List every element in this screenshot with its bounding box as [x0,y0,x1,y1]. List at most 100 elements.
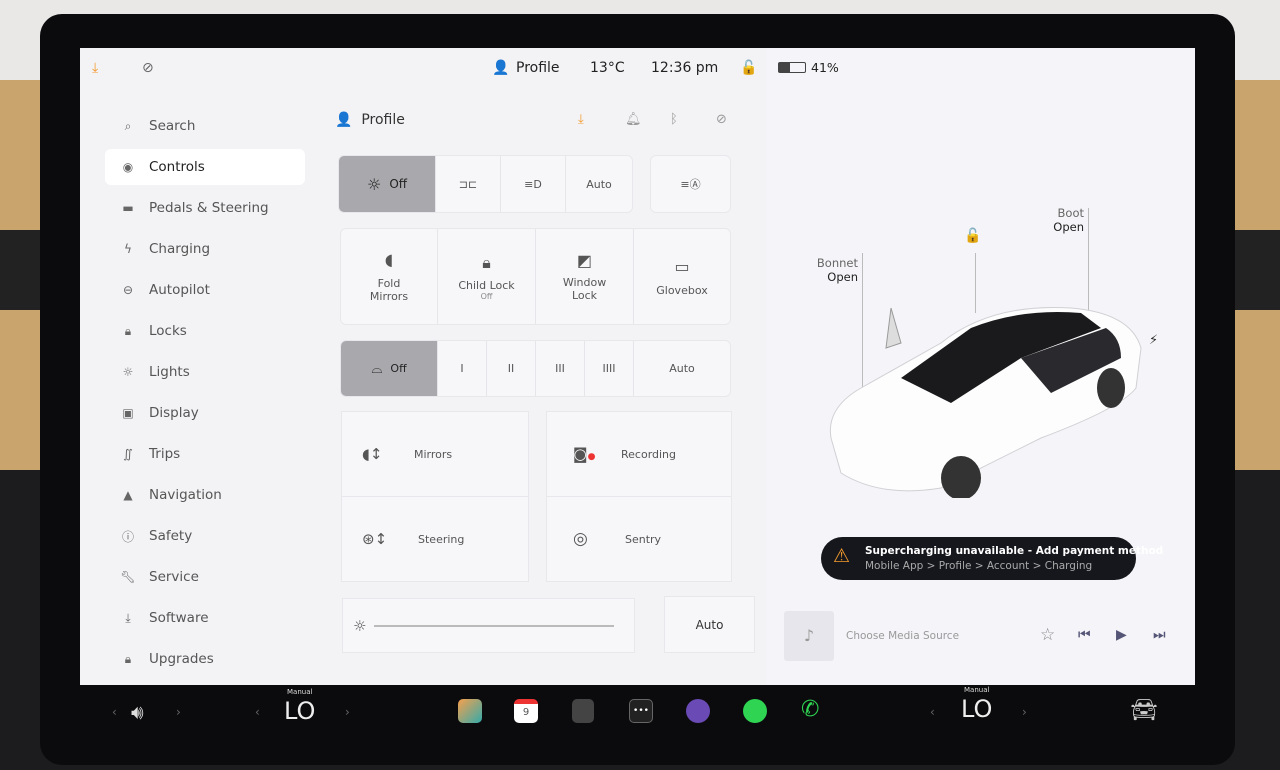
lights-off-button[interactable]: ☼ Off [339,156,436,212]
sidebar-item-label: Safety [149,528,193,544]
fold-mirrors-button[interactable]: ◖ Fold Mirrors [341,229,438,324]
steering-button[interactable]: ⊛↕ Steering [342,497,528,581]
manual-app-icon[interactable] [572,699,594,723]
brightness-icon: ☼ [353,616,367,635]
sidebar-item-safety[interactable]: ⓘ Safety [105,518,305,554]
sidebar-item-lights[interactable]: ☼ Lights [105,354,305,390]
status-profile[interactable]: Profile [516,60,560,76]
bluetooth-icon[interactable]: ᛒ [670,112,678,127]
camera-app-icon[interactable] [686,699,710,723]
wipers-auto-button[interactable]: Auto [634,341,730,396]
bonnet-control[interactable]: Bonnet Open [810,256,858,284]
window-lock-icon: ◩ [576,251,593,270]
boot-control[interactable]: Boot Open [1036,206,1084,234]
wiper-speed-4[interactable]: IIII [585,341,634,396]
low-beam-button[interactable]: ≡D [501,156,566,212]
sidebar-item-software[interactable]: ⤓ Software [105,600,305,636]
media-art[interactable]: ♪ [784,611,834,661]
profile-icon[interactable]: 👤 [492,60,509,76]
toggle-icon: ◉ [122,160,134,174]
wiper-icon: ⌓ [371,360,383,377]
recording-label: Recording [621,447,677,461]
supercharging-alert[interactable]: ⚠ Supercharging unavailable - Add paymen… [821,537,1163,580]
sentry-button[interactable]: ◎ Sentry [547,497,731,581]
sidebar-item-locks[interactable]: 🔒︎ Locks [105,313,305,349]
spotify-app-icon[interactable] [743,699,767,723]
sidebar-item-label: Charging [149,241,211,257]
sidebar-item-trips[interactable]: ∬ Trips [105,436,305,472]
left-temperature[interactable]: LO [284,697,315,725]
wiper-speed-4-label: IIII [602,362,616,375]
sidebar-item-navigation[interactable]: ▲ Navigation [105,477,305,513]
wiper-speed-2[interactable]: II [487,341,536,396]
calendar-app-icon[interactable]: 9 [514,699,538,723]
favorite-star-icon[interactable]: ☆ [1040,625,1055,645]
media-source-label[interactable]: Choose Media Source [846,630,959,642]
car-controls-icon[interactable]: 🚘︎ [1130,698,1158,723]
sidebar-item-upgrades[interactable]: 🔒︎ Upgrades [105,641,305,677]
sun-icon: ☼ [122,365,134,379]
bag-icon: 🔒︎ [124,651,132,666]
next-track-icon[interactable]: ⏭ [1153,627,1166,643]
right-temp-down[interactable]: ‹ [930,705,935,719]
glovebox-icon: ▭ [674,256,690,276]
phone-app-icon[interactable]: ✆ [801,697,819,722]
brightness-slider[interactable]: ☼ [343,599,634,652]
search-item[interactable]: ⌕ Search [105,108,305,144]
wiper-speed-1[interactable]: I [438,341,487,396]
left-temp-down[interactable]: ‹ [255,705,260,719]
window-lock-button[interactable]: ◩ Window Lock [536,229,634,324]
sidebar-item-label: Navigation [149,487,222,503]
sidebar-item-display[interactable]: ▣ Display [105,395,305,431]
toybox-app-icon[interactable] [458,699,482,723]
car-unlock-icon[interactable]: 🔓 [964,228,981,244]
play-icon[interactable]: ▶ [1116,627,1127,643]
mirror-adjust-icon: ◖↕ [362,445,383,463]
bonnet-label: Bonnet [816,256,858,270]
mirrors-button[interactable]: ◖↕ Mirrors [342,412,528,496]
unlock-icon[interactable]: 🔓 [740,60,757,76]
sidebar-item-charging[interactable]: ϟ Charging [105,231,305,267]
wipers-off-button[interactable]: ⌓ Off [341,341,438,396]
sidebar-item-label: Locks [149,323,187,339]
more-apps-icon[interactable]: ••• [629,699,653,723]
sentry-icon: ◎ [573,529,588,549]
volume-up-chevron[interactable]: › [176,705,181,719]
sidebar-item-pedals-steering[interactable]: ▬ Pedals & Steering [105,190,305,226]
car-image[interactable] [821,298,1151,498]
navigation-icon: ▲ [123,488,133,502]
download-icon[interactable]: ⤓ [578,112,584,127]
status-bar: ⤓ ⊘ 👤 Profile 13°C 12:36 pm 🔓 [80,48,766,86]
sidebar-item-service[interactable]: 🔧︎ Service [105,559,305,595]
child-lock-label: Child Lock [458,278,515,292]
recording-button[interactable]: ◙● Recording [547,412,731,496]
boot-label: Boot [1057,206,1084,220]
right-temp-up[interactable]: › [1022,705,1027,719]
right-temperature[interactable]: LO [961,695,992,723]
dashcam-icon: ◙● [573,445,596,463]
glovebox-button[interactable]: ▭ Glovebox [634,229,730,324]
panel-profile[interactable]: 👤 Profile [335,112,405,128]
sidebar-item-controls[interactable]: ◉ Controls [105,149,305,185]
lights-auto-button[interactable]: Auto [566,156,632,212]
steering-label: Steering [418,532,465,546]
child-lock-button[interactable]: 🔒︎ Child Lock Off [438,229,536,324]
bell-icon[interactable]: 🔔︎ [625,112,642,127]
mirrors-label: Mirrors [414,447,453,461]
left-temp-up[interactable]: › [345,705,350,719]
download-icon: ⤓ [125,610,131,625]
car-icon: ▬ [122,201,134,215]
parking-lights-button[interactable]: ⊐⊏ [436,156,501,212]
auto-high-beam-button[interactable]: ≡Ⓐ [651,156,730,212]
sidebar-item-autopilot[interactable]: ⊖ Autopilot [105,272,305,308]
volume-icon[interactable]: 🔊︎ [131,700,144,724]
brightness-auto-button[interactable]: Auto [665,597,754,652]
trips-icon: ∬ [123,447,133,461]
volume-down-chevron[interactable]: ‹ [112,705,117,719]
lock-icon: 🔒︎ [124,323,132,338]
sidebar-item-label: Upgrades [149,651,214,667]
download-icon[interactable]: ⤓ [92,60,98,76]
sentry-label: Sentry [625,532,662,546]
previous-track-icon[interactable]: ⏮ [1078,627,1091,643]
wiper-speed-3[interactable]: III [536,341,585,396]
